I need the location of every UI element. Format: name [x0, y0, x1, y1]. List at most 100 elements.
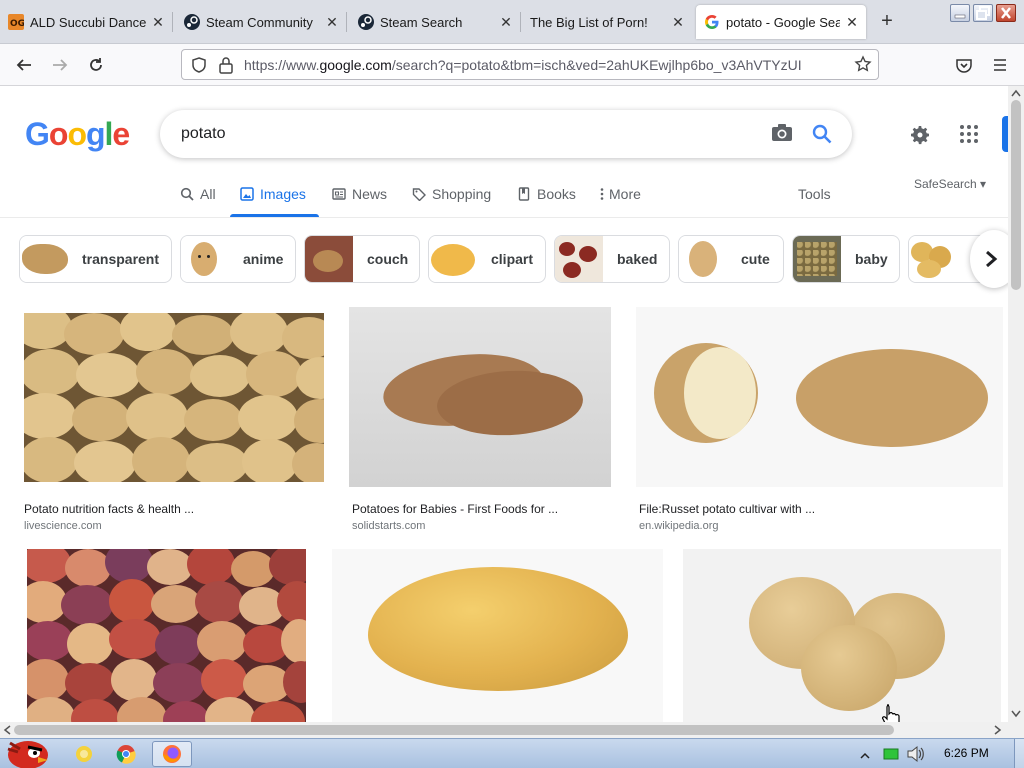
shield-icon[interactable] — [190, 56, 208, 79]
tab-label: ALD Succubi Dance — [30, 14, 146, 30]
url-prefix: https://www. — [244, 57, 320, 73]
tab-close-icon[interactable]: ✕ — [670, 14, 686, 31]
back-button[interactable] — [11, 52, 37, 78]
tab-steam-search[interactable]: Steam Search ✕ — [350, 5, 520, 39]
result-source[interactable]: livescience.com — [24, 520, 102, 532]
url-text[interactable]: https://www.google.com/search?q=potato&t… — [244, 57, 844, 73]
tab-close-icon[interactable]: ✕ — [324, 14, 340, 31]
tab-images[interactable]: Images — [240, 186, 306, 202]
result-source[interactable]: solidstarts.com — [352, 520, 425, 532]
result-thumbnail[interactable] — [636, 307, 1003, 487]
tab-all[interactable]: All — [180, 186, 216, 202]
volume-icon[interactable] — [906, 745, 924, 768]
google-images-page: Google potato All Images News Shopping B… — [0, 86, 1008, 722]
maximize-button[interactable] — [973, 4, 993, 22]
horizontal-scrollbar[interactable] — [0, 722, 1008, 738]
tab-close-icon[interactable]: ✕ — [150, 14, 166, 31]
scroll-up-arrow-icon[interactable] — [1011, 89, 1021, 97]
menu-button[interactable] — [987, 52, 1013, 78]
result-title[interactable]: File:Russet potato cultivar with ... — [639, 502, 815, 516]
bookmark-star-icon[interactable] — [854, 55, 872, 78]
tab-more[interactable]: More — [600, 186, 641, 202]
new-tab-button[interactable]: + — [876, 10, 898, 32]
close-window-button[interactable] — [996, 4, 1016, 22]
chip-thumbnail — [181, 236, 229, 282]
safesearch-dropdown[interactable]: SafeSearch ▾ — [914, 177, 986, 191]
chip-label: cute — [741, 251, 770, 267]
tab-potato-google-search[interactable]: potato - Google Search ✕ — [696, 5, 866, 39]
result-thumbnail[interactable] — [349, 307, 611, 487]
result-thumbnail[interactable] — [24, 313, 324, 482]
chrome-icon — [116, 745, 136, 764]
tag-icon — [412, 188, 426, 201]
gear-icon[interactable] — [908, 123, 932, 147]
scroll-down-arrow-icon[interactable] — [1011, 710, 1021, 718]
vertical-scrollbar[interactable] — [1008, 86, 1024, 722]
tab-label: Steam Community — [206, 14, 313, 30]
chip-cute[interactable]: cute — [678, 235, 784, 283]
og-favicon-icon: OG — [8, 14, 24, 30]
forward-button[interactable] — [47, 52, 73, 78]
url-domain: google.com — [319, 57, 392, 73]
result-thumbnail[interactable] — [683, 549, 1001, 722]
browser-nav-bar: https://www.google.com/search?q=potato&t… — [0, 44, 1024, 86]
tab-more-label: More — [609, 186, 641, 202]
result-title[interactable]: Potato nutrition facts & health ... — [24, 502, 194, 516]
tab-ald-succubi-dance[interactable]: OG ALD Succubi Dance ✕ — [0, 5, 172, 39]
taskbar-clock[interactable]: 6:26 PM — [944, 746, 989, 760]
tab-big-list[interactable]: The Big List of Porn! ✕ — [524, 5, 692, 39]
camera-icon[interactable] — [771, 123, 793, 143]
chip-baked[interactable]: baked — [554, 235, 670, 283]
safesearch-label: SafeSearch ▾ — [914, 177, 987, 191]
result-source[interactable]: en.wikipedia.org — [639, 520, 719, 532]
chip-anime[interactable]: anime — [180, 235, 296, 283]
url-bar[interactable]: https://www.google.com/search?q=potato&t… — [181, 49, 879, 80]
chip-transparent[interactable]: transparent — [19, 235, 172, 283]
result-title[interactable]: Potatoes for Babies - First Foods for ..… — [352, 502, 558, 516]
reload-button[interactable] — [83, 52, 109, 78]
chip-baby[interactable]: baby — [792, 235, 900, 283]
search-box[interactable]: potato — [160, 110, 852, 158]
taskbar-firefox-button[interactable] — [152, 741, 192, 767]
search-icon[interactable] — [811, 123, 833, 145]
scrollbar-corner — [1008, 722, 1024, 738]
tab-close-icon[interactable]: ✕ — [844, 14, 860, 31]
apps-grid-icon[interactable] — [959, 124, 979, 144]
horizontal-scroll-thumb[interactable] — [14, 725, 894, 735]
tab-shopping[interactable]: Shopping — [412, 186, 491, 202]
angry-bird-start-icon — [7, 741, 48, 768]
vertical-scroll-thumb[interactable] — [1011, 100, 1021, 290]
google-favicon-icon — [704, 14, 720, 30]
tab-news[interactable]: News — [332, 186, 387, 202]
taskbar-chrome-button[interactable] — [106, 741, 146, 767]
start-button[interactable] — [4, 733, 50, 768]
tab-books[interactable]: Books — [517, 186, 576, 202]
tab-all-label: All — [200, 186, 216, 202]
logo-letter: G — [25, 116, 50, 152]
tools-button[interactable]: Tools — [798, 186, 831, 202]
network-icon[interactable] — [883, 747, 899, 766]
minimize-button[interactable] — [950, 4, 970, 22]
reload-icon — [90, 58, 102, 71]
scroll-right-arrow-icon[interactable] — [994, 725, 1002, 735]
chip-clipart[interactable]: clipart — [428, 235, 546, 283]
chip-thumbnail — [793, 236, 841, 282]
search-icon — [180, 187, 194, 201]
result-thumbnail[interactable] — [27, 549, 306, 722]
search-input[interactable]: potato — [181, 125, 225, 143]
tray-expand-icon[interactable] — [860, 748, 870, 766]
show-desktop-button[interactable] — [1014, 739, 1024, 768]
result-thumbnail[interactable] — [332, 549, 663, 722]
folder-icon — [76, 746, 92, 762]
google-logo[interactable]: Google — [25, 116, 130, 153]
chip-couch[interactable]: couch — [304, 235, 420, 283]
pocket-button[interactable] — [951, 52, 977, 78]
arrow-right-icon — [53, 59, 68, 71]
tab-steam-community[interactable]: Steam Community ✕ — [176, 5, 346, 39]
tab-shopping-label: Shopping — [432, 186, 492, 202]
tab-separator — [172, 12, 173, 32]
tab-close-icon[interactable]: ✕ — [498, 14, 514, 31]
taskbar-explorer-button[interactable] — [64, 741, 104, 767]
lock-icon[interactable] — [218, 56, 234, 79]
chip-label: clipart — [491, 251, 534, 267]
